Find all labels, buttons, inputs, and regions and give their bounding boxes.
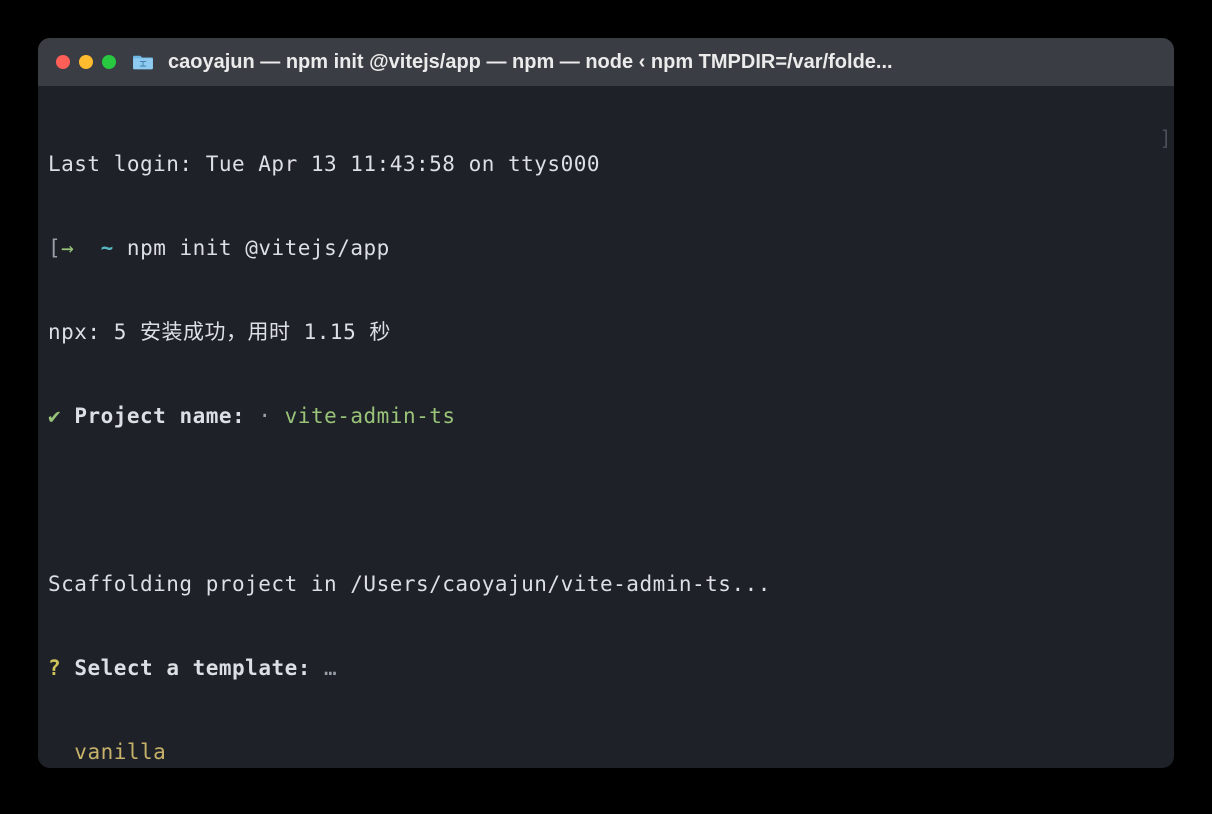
question-icon: ? <box>48 656 61 680</box>
ellipsis: … <box>324 656 337 680</box>
option-label: vanilla <box>74 740 166 764</box>
tilde-icon: ~ <box>101 236 114 260</box>
prompt-line: [→ ~ npm init @vitejs/app <box>48 234 1164 262</box>
bracket-close: ] <box>1159 124 1172 152</box>
traffic-lights <box>56 55 116 69</box>
bracket-open: [ <box>48 236 61 260</box>
last-login-line: Last login: Tue Apr 13 11:43:58 on ttys0… <box>48 150 1164 178</box>
template-option-vanilla[interactable]: vanilla <box>48 738 1164 766</box>
titlebar[interactable]: caoyajun — npm init @vitejs/app — npm — … <box>38 38 1174 86</box>
template-option-vue[interactable]: vue <box>48 766 1164 768</box>
window-title: caoyajun — npm init @vitejs/app — npm — … <box>168 51 1156 74</box>
command-text: npm init @vitejs/app <box>127 236 390 260</box>
terminal-window: caoyajun — npm init @vitejs/app — npm — … <box>38 38 1174 768</box>
scaffold-line: Scaffolding project in /Users/caoyajun/v… <box>48 570 1164 598</box>
indent <box>48 740 74 764</box>
project-name-line: ✔ Project name: · vite-admin-ts <box>48 402 1164 430</box>
template-options[interactable]: vanilla vue❯ vue-ts react react-ts preac… <box>48 738 1164 768</box>
terminal-content[interactable]: Last login: Tue Apr 13 11:43:58 on ttys0… <box>38 86 1174 768</box>
check-icon: ✔ <box>48 404 61 428</box>
close-icon[interactable] <box>56 55 70 69</box>
project-name-value: vite-admin-ts <box>285 404 456 428</box>
arrow-icon: → <box>61 236 74 260</box>
folder-icon <box>132 53 154 71</box>
zoom-icon[interactable] <box>102 55 116 69</box>
blank-line <box>48 486 1164 514</box>
minimize-icon[interactable] <box>79 55 93 69</box>
npx-line: npx: 5 安装成功，用时 1.15 秒 <box>48 318 1164 346</box>
project-name-label: Project name: <box>74 404 245 428</box>
select-template-line: ? Select a template: … <box>48 654 1164 682</box>
select-template-label: Select a template: <box>74 656 311 680</box>
dot-sep: · <box>258 404 271 428</box>
